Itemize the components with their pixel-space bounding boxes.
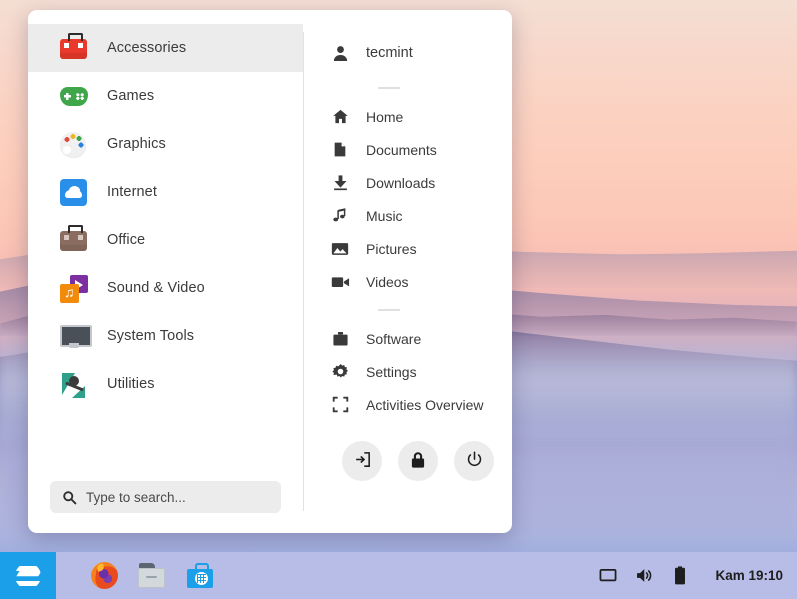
start-menu-button[interactable] <box>0 552 56 599</box>
category-item-games[interactable]: Games <box>28 72 303 120</box>
place-item-downloads[interactable]: Downloads <box>330 166 512 199</box>
place-item-documents[interactable]: Documents <box>330 133 512 166</box>
category-item-office[interactable]: Office <box>28 216 303 264</box>
volume-icon[interactable] <box>633 565 655 587</box>
power-button[interactable] <box>454 441 494 481</box>
search-input[interactable] <box>86 489 276 505</box>
category-item-accessories[interactable]: Accessories <box>28 24 303 72</box>
taskbar: Kam 19:10 <box>0 552 797 599</box>
gamepad-icon <box>60 81 90 111</box>
logout-button[interactable] <box>342 441 382 481</box>
lock-button[interactable] <box>398 441 438 481</box>
menu-category-pane: Accessories Games Graphics Internet Offi <box>28 10 303 533</box>
cloud-icon <box>60 177 90 207</box>
taskbar-clock[interactable]: Kam 19:10 <box>715 568 783 583</box>
system-label: Software <box>366 330 422 347</box>
place-label: Videos <box>366 273 409 290</box>
menu-separator-top <box>378 87 400 89</box>
place-label: Home <box>366 108 404 125</box>
desktop-screen: Accessories Games Graphics Internet Offi <box>0 0 797 599</box>
file-manager-icon <box>138 563 166 588</box>
software-store-icon <box>187 563 213 588</box>
category-item-graphics[interactable]: Graphics <box>28 120 303 168</box>
system-label: Settings <box>366 363 417 380</box>
user-account-row[interactable]: tecmint <box>330 30 512 76</box>
gear-icon <box>330 362 350 382</box>
session-buttons <box>342 441 512 481</box>
place-label: Documents <box>366 141 437 158</box>
search-box[interactable] <box>50 481 281 513</box>
place-label: Downloads <box>366 174 436 191</box>
category-label: Accessories <box>107 40 187 56</box>
launcher-firefox[interactable] <box>80 552 128 599</box>
monitor-icon <box>60 321 92 351</box>
utilities-icon <box>60 369 90 399</box>
category-item-sound-video[interactable]: Sound & Video <box>28 264 303 312</box>
category-item-utilities[interactable]: Utilities <box>28 360 303 408</box>
home-icon <box>330 107 350 127</box>
system-label: Activities Overview <box>366 396 484 413</box>
place-item-videos[interactable]: Videos <box>330 265 512 298</box>
system-item-activities-overview[interactable]: Activities Overview <box>330 388 512 421</box>
category-label: Office <box>107 232 146 248</box>
document-icon <box>330 140 350 160</box>
place-label: Music <box>366 207 403 224</box>
place-item-music[interactable]: Music <box>330 199 512 232</box>
download-icon <box>330 173 350 193</box>
briefcase-icon <box>60 225 90 255</box>
zorin-logo-icon <box>15 563 41 589</box>
category-item-internet[interactable]: Internet <box>28 168 303 216</box>
briefcase-icon <box>330 329 350 349</box>
system-item-software[interactable]: Software <box>330 322 512 355</box>
video-camera-icon <box>330 272 350 292</box>
search-container <box>28 481 303 533</box>
battery-icon[interactable] <box>669 565 691 587</box>
category-list: Accessories Games Graphics Internet Offi <box>28 10 303 481</box>
application-menu: Accessories Games Graphics Internet Offi <box>28 10 512 533</box>
toolbox-icon <box>60 33 90 63</box>
lock-icon <box>410 451 426 472</box>
media-icon <box>60 273 90 303</box>
place-item-home[interactable]: Home <box>330 100 512 133</box>
place-item-pictures[interactable]: Pictures <box>330 232 512 265</box>
category-item-system-tools[interactable]: System Tools <box>28 312 303 360</box>
menu-places-pane: tecmint Home Documents Downloads Music P… <box>304 10 512 533</box>
category-label: Utilities <box>107 376 155 392</box>
picture-icon <box>330 239 350 259</box>
taskbar-launchers <box>80 552 224 599</box>
category-label: Internet <box>107 184 157 200</box>
display-icon[interactable] <box>597 565 619 587</box>
firefox-icon <box>90 562 118 589</box>
category-label: System Tools <box>107 328 195 344</box>
palette-icon <box>60 129 90 159</box>
system-tray: Kam 19:10 <box>597 565 797 587</box>
category-label: Games <box>107 88 155 104</box>
power-icon <box>466 451 483 471</box>
user-name: tecmint <box>366 45 413 61</box>
logout-icon <box>354 451 371 471</box>
search-icon <box>62 490 77 505</box>
system-item-settings[interactable]: Settings <box>330 355 512 388</box>
music-note-icon <box>330 206 350 226</box>
launcher-software[interactable] <box>176 552 224 599</box>
category-label: Graphics <box>107 136 166 152</box>
category-label: Sound & Video <box>107 280 205 296</box>
user-avatar-icon <box>330 43 350 63</box>
place-label: Pictures <box>366 240 417 257</box>
expand-icon <box>330 395 350 415</box>
launcher-files[interactable] <box>128 552 176 599</box>
menu-separator-bottom <box>378 309 400 311</box>
